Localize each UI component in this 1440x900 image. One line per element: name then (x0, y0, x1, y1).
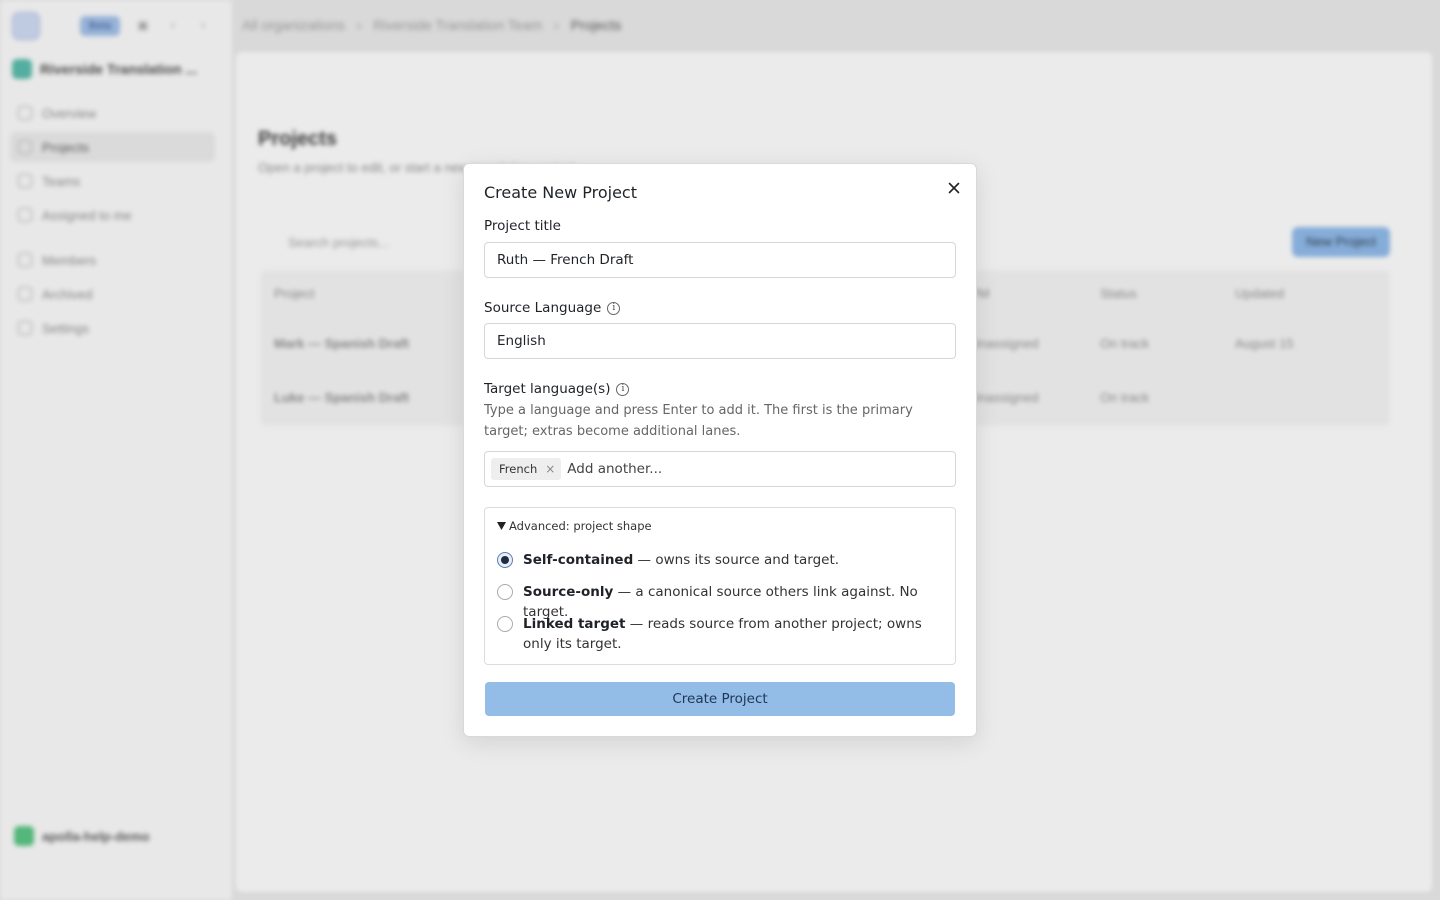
source-language-label: Source Language i (484, 300, 621, 316)
triangle-down-icon (497, 522, 506, 530)
language-tag: French × (491, 458, 562, 480)
source-language-input[interactable] (484, 323, 956, 359)
target-languages-help: Type a language and press Enter to add i… (484, 403, 913, 439)
remove-tag-icon[interactable]: × (545, 462, 555, 476)
target-languages-field[interactable]: French × (484, 451, 956, 487)
radio-linked-target[interactable] (497, 616, 513, 632)
dialog-title: Create New Project (484, 183, 637, 202)
close-icon[interactable] (944, 178, 964, 198)
target-language-input[interactable] (567, 461, 868, 477)
radio-source-only[interactable] (497, 584, 513, 600)
info-icon[interactable]: i (607, 301, 621, 315)
shape-option-self-contained[interactable]: Self-contained — owns its source and tar… (497, 550, 947, 570)
project-title-label: Project title (484, 218, 561, 234)
create-project-button[interactable]: Create Project (485, 682, 955, 716)
advanced-section: Advanced: project shape Self-contained —… (484, 507, 956, 665)
info-icon[interactable]: i (616, 382, 630, 396)
shape-option-linked-target[interactable]: Linked target — reads source from anothe… (497, 614, 947, 654)
radio-self-contained[interactable] (497, 552, 513, 568)
target-languages-label: Target language(s) i (484, 381, 630, 397)
create-project-dialog: Create New Project Project title Source … (463, 163, 977, 737)
advanced-toggle[interactable]: Advanced: project shape (497, 519, 652, 533)
project-title-input[interactable] (484, 242, 956, 278)
